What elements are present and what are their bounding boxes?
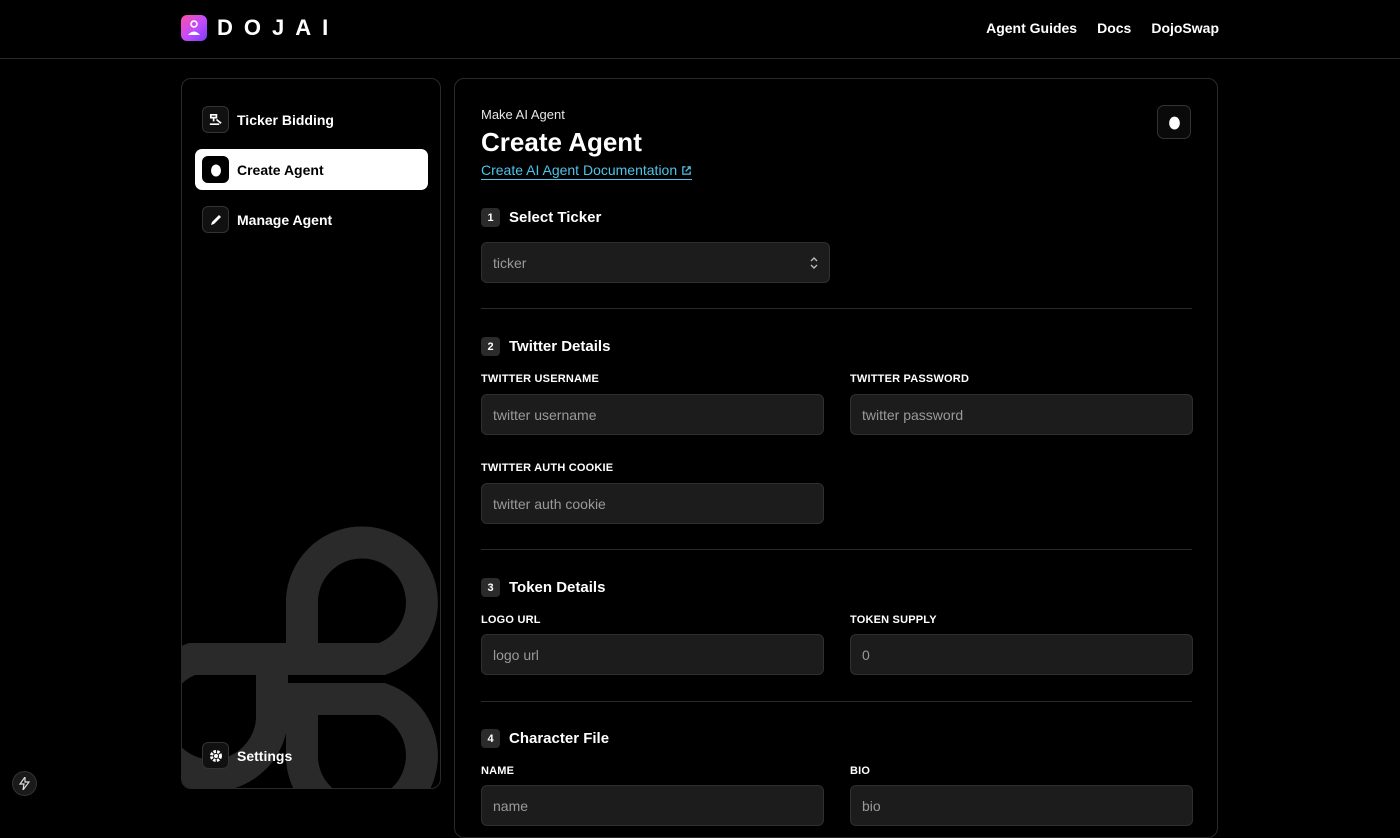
name-label: NAME bbox=[481, 765, 515, 777]
name-field[interactable] bbox=[481, 785, 824, 826]
egg-icon bbox=[1168, 116, 1180, 130]
egg-icon bbox=[202, 156, 229, 183]
nav-docs[interactable]: Docs bbox=[1097, 20, 1131, 36]
name-input[interactable] bbox=[493, 797, 823, 814]
twitter-auth-cookie-label: TWITTER AUTH COOKIE bbox=[481, 462, 614, 474]
sidebar: Ticker Bidding Create Agent Manage Agent… bbox=[181, 78, 441, 789]
divider bbox=[481, 549, 1192, 550]
documentation-link[interactable]: Create AI Agent Documentation bbox=[481, 162, 693, 180]
page-title: Create Agent bbox=[481, 127, 642, 157]
token-supply-field[interactable] bbox=[850, 634, 1193, 675]
logo-url-input[interactable] bbox=[493, 646, 823, 663]
twitter-password-input[interactable] bbox=[862, 406, 1192, 423]
logo-text: DOJAI bbox=[217, 15, 340, 40]
top-nav: Agent Guides Docs DojoSwap bbox=[986, 20, 1219, 36]
bio-field[interactable] bbox=[850, 785, 1193, 826]
twitter-password-field[interactable] bbox=[850, 394, 1193, 435]
pencil-icon bbox=[202, 206, 229, 233]
twitter-username-input[interactable] bbox=[493, 406, 823, 423]
section-token-details: 3 Token Details bbox=[481, 578, 605, 597]
section-character-file: 4 Character File bbox=[481, 729, 609, 748]
sidebar-item-label: Ticker Bidding bbox=[237, 111, 334, 128]
section-select-ticker: 1 Select Ticker bbox=[481, 208, 601, 227]
gear-icon bbox=[202, 742, 229, 769]
section-number: 3 bbox=[481, 578, 500, 597]
twitter-username-label: TWITTER USERNAME bbox=[481, 373, 600, 385]
ticker-select[interactable]: ticker bbox=[481, 242, 830, 283]
nav-agent-guides[interactable]: Agent Guides bbox=[986, 20, 1077, 36]
token-supply-input[interactable] bbox=[862, 646, 1192, 663]
top-bar: DOJAI Agent Guides Docs DojoSwap bbox=[0, 0, 1400, 59]
ticker-select-value: ticker bbox=[493, 254, 527, 271]
divider bbox=[481, 308, 1192, 309]
bio-label: BIO bbox=[850, 765, 871, 777]
documentation-link-label: Create AI Agent Documentation bbox=[481, 162, 678, 178]
create-agent-panel: Make AI Agent Create Agent Create AI Age… bbox=[454, 78, 1218, 838]
token-supply-label: TOKEN SUPPLY bbox=[850, 614, 937, 626]
sidebar-item-manage-agent[interactable]: Manage Agent bbox=[195, 199, 428, 240]
sidebar-item-label: Manage Agent bbox=[237, 211, 333, 228]
sidebar-item-settings[interactable]: Settings bbox=[195, 735, 428, 776]
logo-url-label: LOGO URL bbox=[481, 614, 541, 626]
gavel-icon bbox=[202, 106, 229, 133]
twitter-auth-cookie-field[interactable] bbox=[481, 483, 824, 524]
page-eyebrow: Make AI Agent bbox=[481, 107, 565, 122]
section-number: 2 bbox=[481, 337, 500, 356]
sidebar-item-create-agent[interactable]: Create Agent bbox=[195, 149, 428, 190]
lightning-icon[interactable] bbox=[12, 771, 37, 796]
twitter-password-label: TWITTER PASSWORD bbox=[850, 373, 970, 385]
logo-icon bbox=[181, 15, 207, 41]
section-title: Character File bbox=[509, 730, 610, 747]
sidebar-item-label: Settings bbox=[237, 747, 293, 764]
section-twitter-details: 2 Twitter Details bbox=[481, 337, 610, 356]
logo-url-field[interactable] bbox=[481, 634, 824, 675]
chevron-up-down-icon bbox=[810, 257, 818, 269]
section-number: 4 bbox=[481, 729, 500, 748]
nav-dojoswap[interactable]: DojoSwap bbox=[1151, 20, 1219, 36]
section-number: 1 bbox=[481, 208, 500, 227]
section-title: Token Details bbox=[509, 579, 606, 596]
section-title: Twitter Details bbox=[509, 338, 611, 355]
external-link-icon bbox=[682, 165, 691, 175]
divider bbox=[481, 701, 1192, 702]
bio-input[interactable] bbox=[862, 797, 1192, 814]
section-title: Select Ticker bbox=[509, 209, 602, 226]
twitter-auth-cookie-input[interactable] bbox=[493, 495, 823, 512]
logo[interactable]: DOJAI bbox=[181, 15, 339, 41]
sidebar-item-ticker-bidding[interactable]: Ticker Bidding bbox=[195, 99, 428, 140]
agent-avatar-button[interactable] bbox=[1157, 105, 1191, 139]
sidebar-item-label: Create Agent bbox=[237, 161, 324, 178]
twitter-username-field[interactable] bbox=[481, 394, 824, 435]
